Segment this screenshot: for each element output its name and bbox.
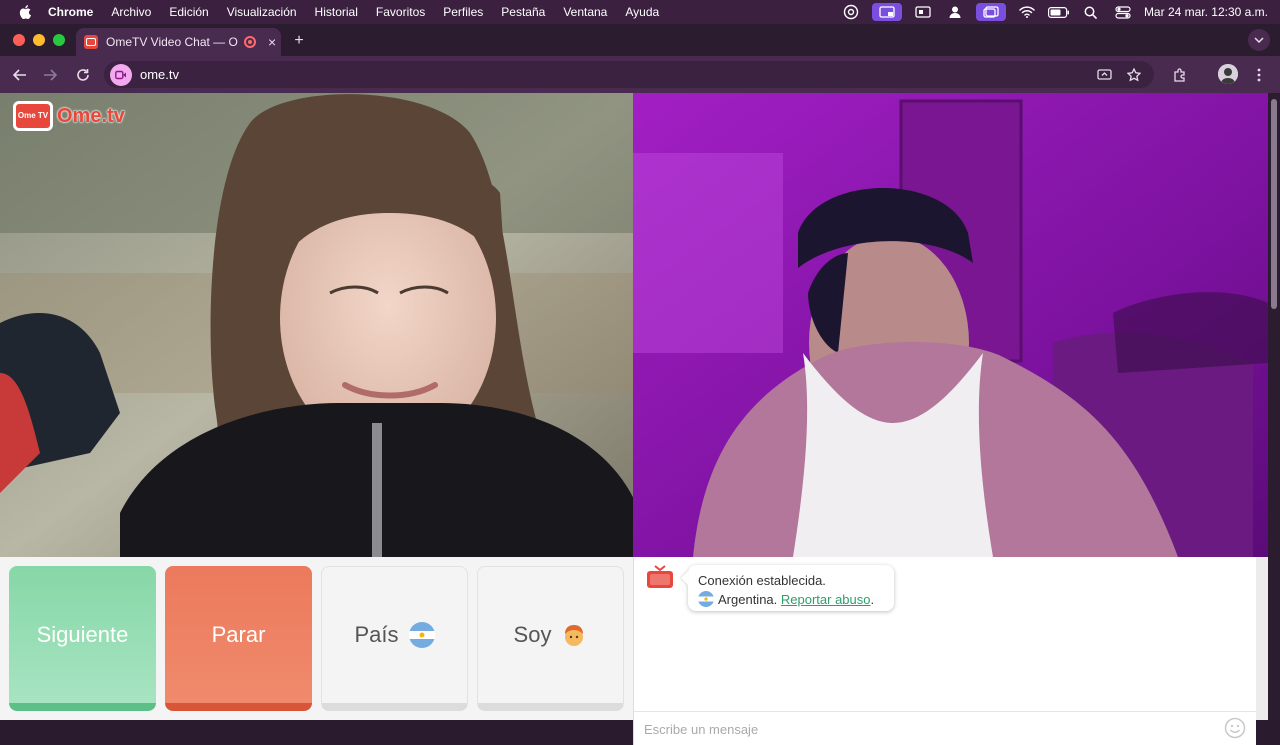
tab-search-chevron-icon[interactable]: [1248, 29, 1270, 51]
tab-ometv[interactable]: OmeTV Video Chat — Om ×: [76, 28, 281, 56]
stop-button[interactable]: Parar: [165, 566, 312, 711]
scrollbar-thumb[interactable]: [1271, 99, 1277, 309]
display-icon[interactable]: [912, 3, 934, 21]
menu-favoritos[interactable]: Favoritos: [376, 5, 425, 19]
remote-video-frame: [633, 93, 1268, 557]
gender-button[interactable]: Soy: [477, 566, 624, 711]
forward-arrow-icon[interactable]: [40, 65, 60, 85]
control-center-icon[interactable]: [1112, 3, 1134, 21]
menu-ventana[interactable]: Ventana: [563, 5, 607, 19]
stage-manager-icon[interactable]: [975, 3, 1006, 21]
ometv-logo-tv-icon: Ome TV: [13, 101, 53, 131]
window-close-button[interactable]: [13, 34, 25, 46]
remote-video: [633, 93, 1268, 557]
chat-panel: Conexión establecida. Argentina. Reporta…: [633, 557, 1256, 711]
menu-visualizacion[interactable]: Visualización: [227, 5, 297, 19]
boy-emoji-icon: [561, 622, 587, 648]
page-content: Ome TV Ome.tv Siguiente Parar País Soy C…: [0, 93, 1268, 745]
country-label: País: [354, 622, 399, 647]
window-minimize-button[interactable]: [33, 34, 45, 46]
recording-icon: [244, 36, 256, 48]
ometv-favicon: [84, 35, 98, 49]
page-scrollbar[interactable]: [1268, 93, 1280, 720]
menu-chrome[interactable]: Chrome: [48, 5, 93, 19]
menu-ayuda[interactable]: Ayuda: [625, 5, 659, 19]
menu-historial[interactable]: Historial: [315, 5, 358, 19]
profile-avatar[interactable]: [1218, 64, 1238, 84]
user-icon[interactable]: [944, 3, 966, 21]
smiley-icon[interactable]: [1224, 717, 1246, 739]
bookmark-star-icon[interactable]: [1124, 65, 1144, 85]
message-bar: [633, 711, 1256, 745]
battery-icon[interactable]: [1047, 3, 1070, 21]
connection-status-text: Conexión establecida.: [698, 573, 826, 588]
message-input[interactable]: [644, 718, 1204, 740]
chrome-tab-strip: OmeTV Video Chat — Om × +: [0, 24, 1280, 56]
tab-close-icon[interactable]: ×: [268, 34, 276, 50]
menu-edicion[interactable]: Edición: [169, 5, 208, 19]
extensions-puzzle-icon[interactable]: [1170, 65, 1190, 85]
creative-cloud-icon[interactable]: [840, 3, 862, 21]
country-button[interactable]: País: [321, 566, 468, 711]
ometv-logo[interactable]: Ome TV Ome.tv: [13, 101, 125, 131]
address-bar[interactable]: ome.tv: [104, 61, 1154, 88]
apple-icon[interactable]: [18, 5, 32, 19]
screen-share-icon[interactable]: [871, 3, 902, 21]
ometv-logo-text: Ome.tv: [57, 104, 125, 127]
reload-icon[interactable]: [73, 65, 93, 85]
wifi-icon[interactable]: [1016, 3, 1038, 21]
chrome-toolbar: ome.tv: [0, 56, 1280, 93]
search-icon[interactable]: [1080, 3, 1102, 21]
local-video: Ome TV Ome.tv: [0, 93, 633, 557]
kebab-menu-icon[interactable]: [1249, 65, 1269, 85]
local-video-frame: [0, 93, 633, 557]
next-button[interactable]: Siguiente: [9, 566, 156, 711]
control-panel: Siguiente Parar País Soy: [0, 557, 633, 720]
menubar-clock[interactable]: Mar 24 mar. 12:30 a.m.: [1144, 5, 1268, 19]
report-abuse-link[interactable]: Reportar abuso: [781, 592, 871, 607]
new-tab-button[interactable]: +: [290, 32, 308, 50]
menu-archivo[interactable]: Archivo: [111, 5, 151, 19]
menu-perfiles[interactable]: Perfiles: [443, 5, 483, 19]
report-suffix: .: [870, 592, 875, 607]
window-maximize-button[interactable]: [53, 34, 65, 46]
argentina-flag-small-icon: [698, 591, 714, 607]
macos-menu-bar: Chrome Archivo Edición Visualización His…: [0, 0, 1280, 24]
url-text[interactable]: ome.tv: [140, 67, 179, 82]
partner-country-line: Argentina. Reportar abuso.: [698, 590, 884, 609]
cast-icon[interactable]: [1094, 65, 1114, 85]
gender-label: Soy: [513, 622, 552, 647]
back-arrow-icon[interactable]: [10, 65, 30, 85]
site-info-icon[interactable]: [110, 63, 132, 86]
tab-title: OmeTV Video Chat — Om: [106, 35, 238, 49]
ometv-chat-logo-icon: [644, 565, 676, 591]
system-message: Conexión establecida. Argentina. Reporta…: [688, 565, 894, 611]
argentina-flag-icon: [408, 622, 435, 648]
menu-pestana[interactable]: Pestaña: [501, 5, 545, 19]
partner-country-text: Argentina.: [718, 592, 778, 607]
